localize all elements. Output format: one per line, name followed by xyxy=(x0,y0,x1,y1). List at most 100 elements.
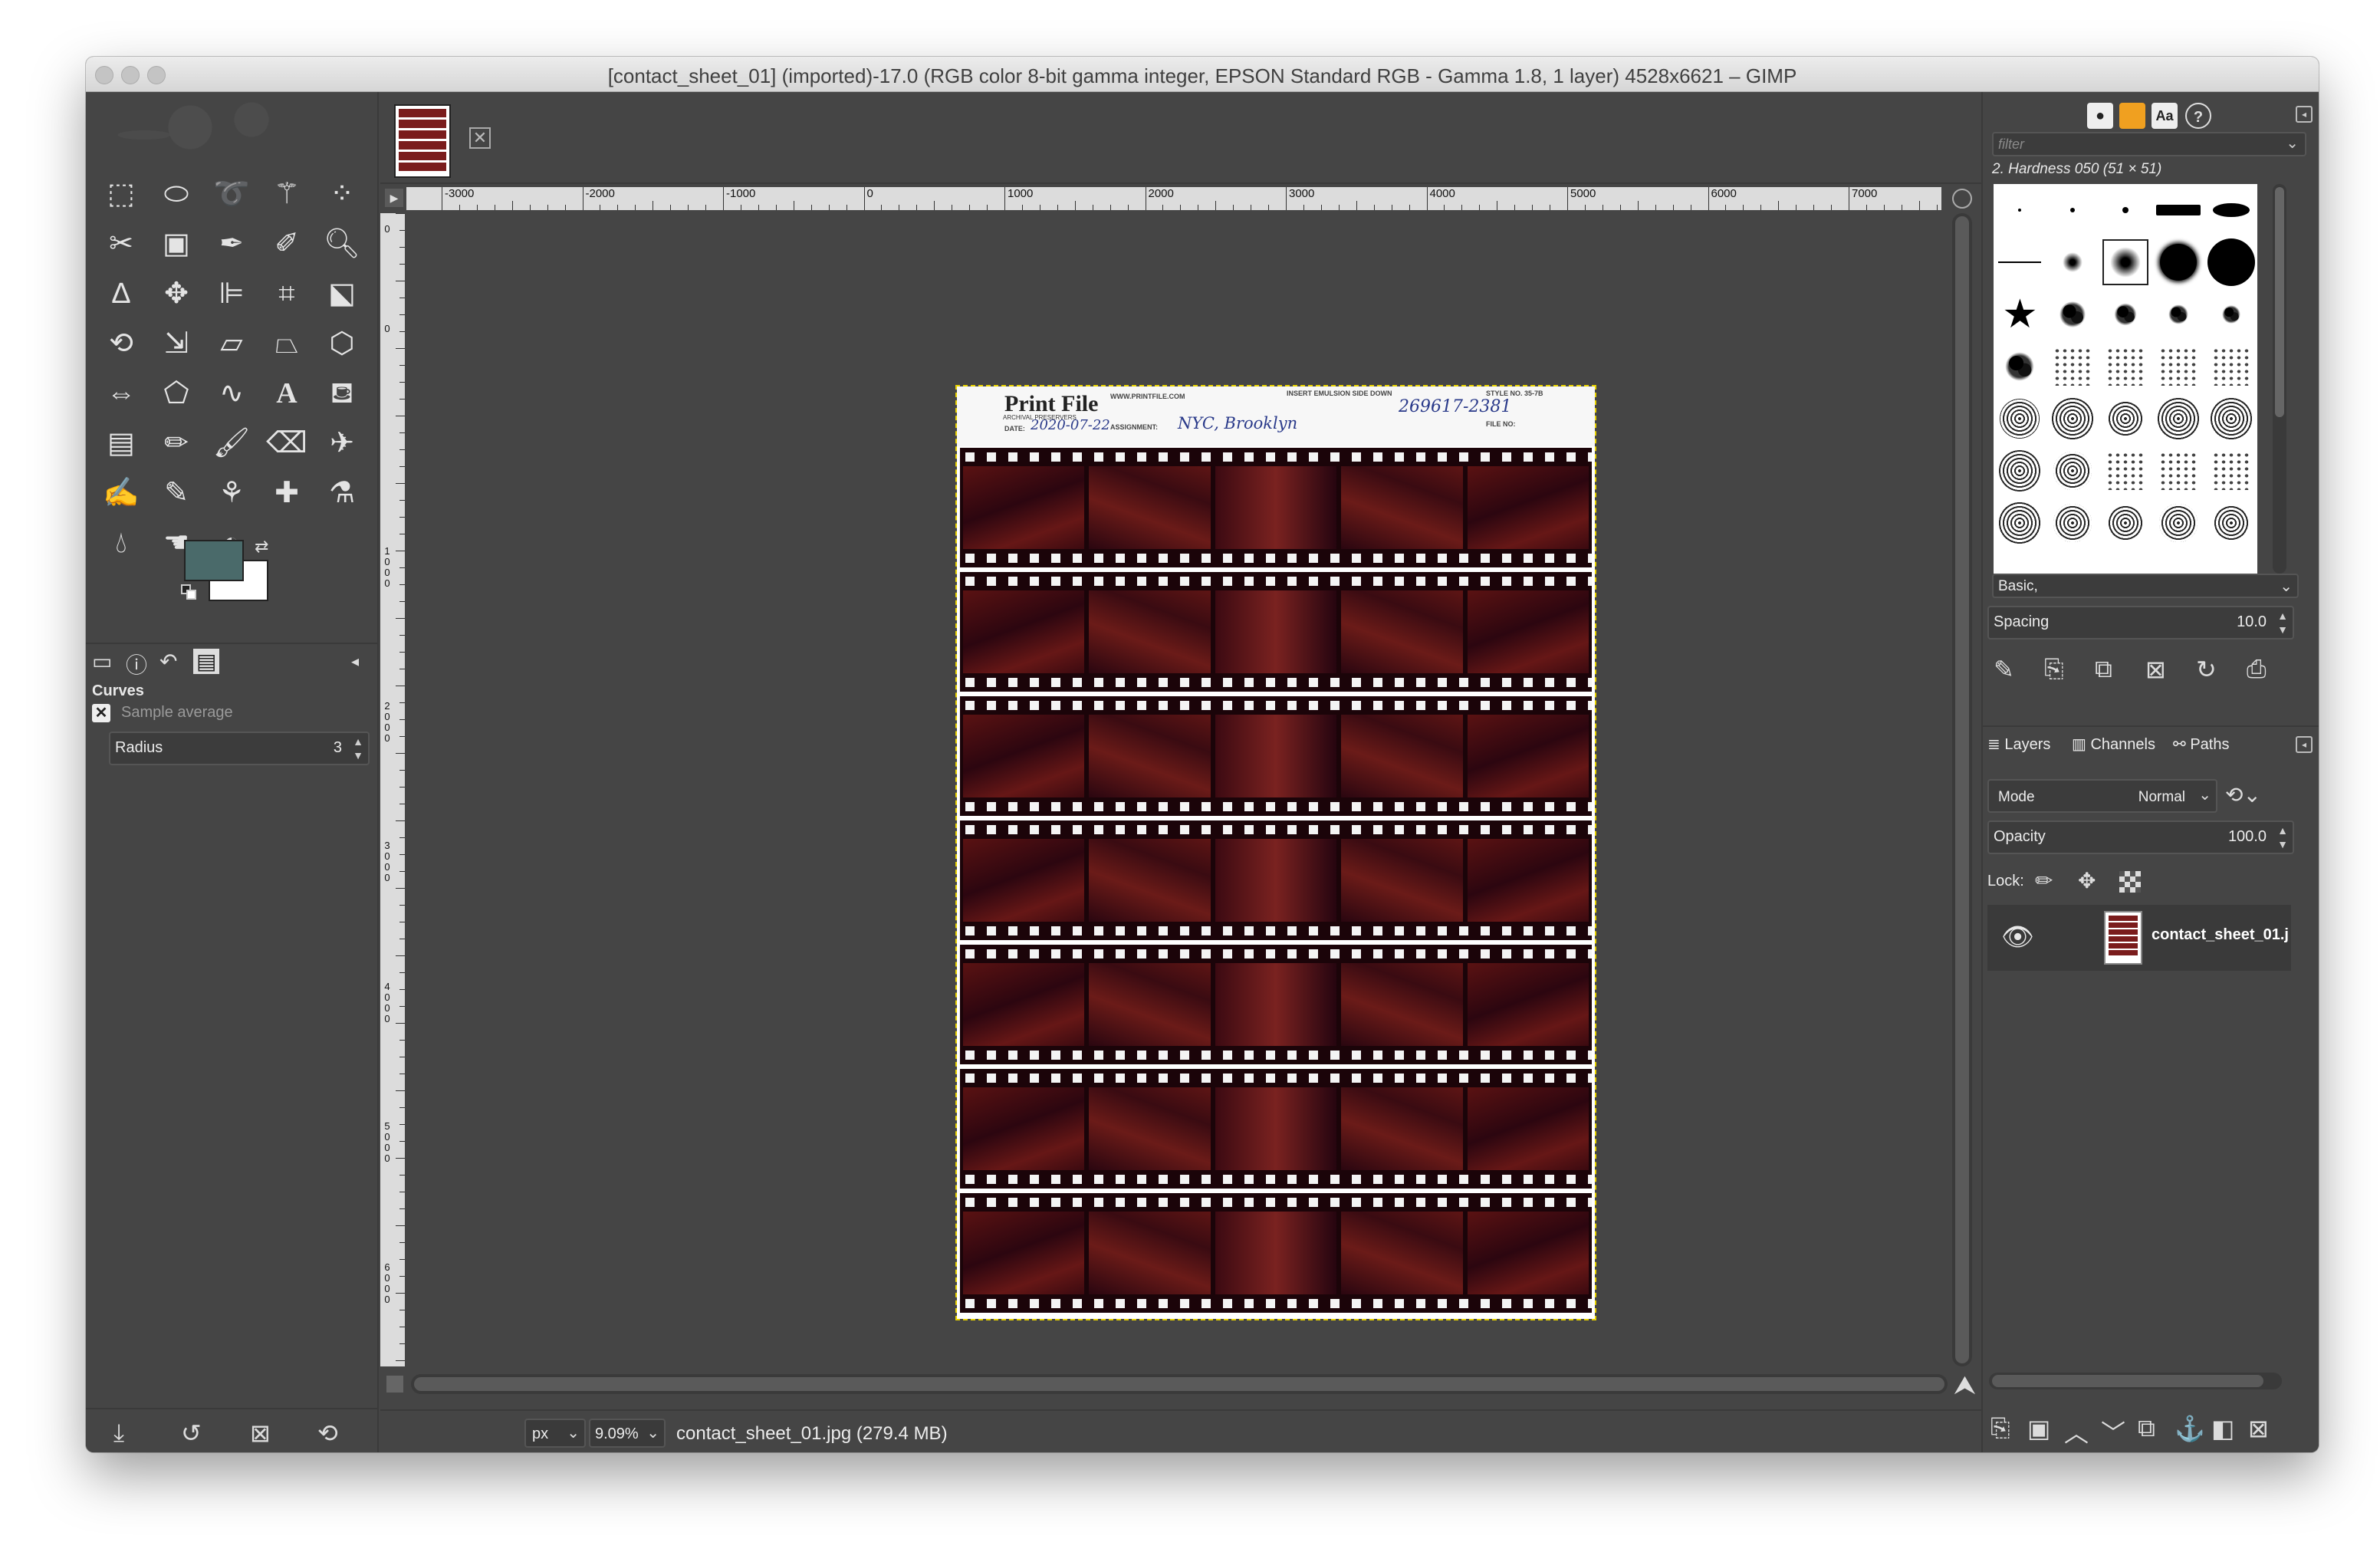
brush-cell[interactable] xyxy=(2099,340,2152,393)
brush-cell[interactable] xyxy=(2099,288,2152,340)
image-tab-thumbnail[interactable] xyxy=(394,104,451,178)
unit-select[interactable]: px ⌄ xyxy=(524,1419,586,1448)
scale-icon[interactable]: ⇲ xyxy=(149,318,204,368)
switch-mode-group-icon[interactable]: ⟲⌄ xyxy=(2225,782,2261,807)
warp-transform-icon[interactable]: ∿ xyxy=(204,368,259,418)
brush-cell[interactable] xyxy=(2152,497,2204,549)
brush-cell[interactable] xyxy=(2152,393,2204,445)
delete-brush-icon[interactable]: ⊠ xyxy=(2145,655,2166,684)
zoom-select[interactable]: 9.09% ⌄ xyxy=(589,1419,666,1448)
spacing-spinbox[interactable]: Spacing 10.0 ▲ ▼ xyxy=(1987,606,2294,640)
rotate-icon[interactable]: ⟲ xyxy=(94,318,149,368)
brush-tag-select[interactable]: Basic, ⌄ xyxy=(1992,574,2299,598)
perspective-clone-icon[interactable]: ⚗ xyxy=(314,468,370,518)
heal-icon[interactable]: ✚ xyxy=(259,468,314,518)
ink-icon[interactable]: ✍ xyxy=(94,468,149,518)
rect-select-icon[interactable]: ⬚ xyxy=(94,169,149,219)
3d-transform-icon[interactable]: ⬡ xyxy=(314,318,370,368)
brush-grid[interactable]: ★ xyxy=(1994,184,2257,574)
brush-cell[interactable] xyxy=(2046,445,2099,497)
pencil-icon[interactable]: ✏ xyxy=(149,418,204,468)
foreground-select-icon[interactable]: ▣ xyxy=(149,219,204,268)
layers-dock-menu-icon[interactable]: ◂ xyxy=(2296,736,2313,753)
brush-cell[interactable] xyxy=(2099,497,2152,549)
anchor-layer-icon[interactable]: ⚓ xyxy=(2175,1414,2205,1443)
measure-icon[interactable]: ∆ xyxy=(94,268,149,318)
cage-transform-icon[interactable]: ⬠ xyxy=(149,368,204,418)
brush-cell[interactable]: ★ xyxy=(1994,288,2046,340)
fuzzy-select-icon[interactable]: ⚚ xyxy=(259,169,314,219)
swap-colors-icon[interactable]: ⇄ xyxy=(255,537,268,557)
horizontal-ruler[interactable]: -3000 -2000 -1000 0 1000 2000 3000 4000 5000 6000… xyxy=(406,187,1941,210)
device-status-icon[interactable]: ⓘ xyxy=(126,649,147,679)
brush-cell[interactable] xyxy=(2152,184,2204,236)
move-icon[interactable]: ✥ xyxy=(149,268,204,318)
brushes-tab-icon[interactable]: ● xyxy=(2087,103,2113,129)
blur-sharpen-icon[interactable]: 💧︎ xyxy=(94,518,149,567)
brush-cell[interactable] xyxy=(1994,497,2046,549)
new-brush-icon[interactable]: ⎘ xyxy=(2044,655,2064,684)
brush-cell[interactable] xyxy=(2046,497,2099,549)
refresh-brushes-icon[interactable]: ↻ xyxy=(2196,655,2217,684)
brush-scrollbar[interactable] xyxy=(2273,184,2286,574)
brush-cell[interactable] xyxy=(1994,184,2046,236)
layer-mode-select[interactable]: Mode Normal ⌄ xyxy=(1987,779,2217,813)
delete-options-icon[interactable]: ⊠ xyxy=(250,1419,271,1448)
open-brush-as-image-icon[interactable]: ⎙ xyxy=(2247,655,2267,684)
brush-cell[interactable] xyxy=(2046,236,2099,288)
layers-scrollbar[interactable] xyxy=(1989,1373,2282,1389)
brush-cell[interactable] xyxy=(2204,445,2257,497)
lock-position-icon[interactable]: ✥ xyxy=(2078,868,2096,893)
help-tab-icon[interactable]: ? xyxy=(2185,103,2211,129)
quick-mask-toggle[interactable] xyxy=(386,1376,403,1393)
brush-cell[interactable] xyxy=(2046,340,2099,393)
radius-spinbox[interactable]: Radius 3 ▲ ▼ xyxy=(109,732,370,765)
bucket-fill-icon[interactable]: ⛾ xyxy=(314,368,370,418)
brush-cell[interactable] xyxy=(1994,236,2046,288)
airbrush-icon[interactable]: ✈ xyxy=(314,418,370,468)
horizontal-scrollbar[interactable] xyxy=(411,1374,1948,1394)
brush-cell[interactable] xyxy=(1994,340,2046,393)
tab-paths[interactable]: ⚯ Paths xyxy=(2173,735,2229,754)
brush-cell[interactable] xyxy=(2152,340,2204,393)
brush-cell[interactable] xyxy=(2099,445,2152,497)
ellipse-select-icon[interactable]: ⬭ xyxy=(149,169,204,219)
dock-menu-icon[interactable]: ◂ xyxy=(2296,106,2313,123)
brush-cell[interactable] xyxy=(2204,340,2257,393)
vertical-ruler[interactable]: 001000200030004000500060007000 xyxy=(380,213,405,1366)
brush-cell[interactable] xyxy=(2046,184,2099,236)
visibility-eye-icon[interactable]: 👁︎ xyxy=(2001,922,2034,952)
duplicate-brush-icon[interactable]: ⧉ xyxy=(2095,655,2112,684)
patterns-tab-icon[interactable] xyxy=(2119,103,2145,129)
mask-layer-icon[interactable]: ◧ xyxy=(2211,1414,2234,1443)
paths-tool-icon[interactable]: ✒ xyxy=(204,219,259,268)
image-canvas[interactable]: Print File ARCHIVAL PRESERVERS WWW.PRINT… xyxy=(955,385,1596,1320)
brush-filter-input[interactable]: filter ⌄ xyxy=(1992,132,2306,156)
paintbrush-icon[interactable]: 🖌︎ xyxy=(204,418,259,468)
perspective-icon[interactable]: ⏢ xyxy=(259,318,314,368)
save-options-icon[interactable]: ⤓ xyxy=(113,1419,124,1448)
brush-cell[interactable] xyxy=(2046,288,2099,340)
reset-options-icon[interactable]: ⟲ xyxy=(317,1419,338,1448)
color-picker-icon[interactable]: ✐ xyxy=(259,219,314,268)
tab-menu-icon[interactable]: ◂ xyxy=(351,652,359,671)
zoom-icon[interactable]: 🔍︎ xyxy=(314,219,370,268)
navigate-icon[interactable]: ⮝ xyxy=(1954,1371,1976,1401)
sample-average-checkbox[interactable]: ✕ xyxy=(92,704,110,722)
brush-cell[interactable] xyxy=(1994,445,2046,497)
brush-cell[interactable] xyxy=(1994,393,2046,445)
brush-cell[interactable] xyxy=(2204,236,2257,288)
foreground-color[interactable] xyxy=(184,540,244,581)
flip-icon[interactable]: ⇔ xyxy=(94,368,149,418)
duplicate-layer-icon[interactable]: ⧉ xyxy=(2138,1414,2155,1443)
raise-layer-icon[interactable]: ︿ xyxy=(2064,1414,2089,1449)
mypaint-brush-icon[interactable]: ✎ xyxy=(149,468,204,518)
brush-cell[interactable] xyxy=(2099,184,2152,236)
new-layer-group-icon[interactable]: ▣ xyxy=(2027,1414,2050,1443)
brush-cell[interactable] xyxy=(2204,393,2257,445)
images-icon[interactable]: ▤ xyxy=(193,649,220,674)
crop-icon[interactable]: ⌗ xyxy=(259,268,314,318)
brush-cell[interactable] xyxy=(2152,445,2204,497)
restore-options-icon[interactable]: ↺ xyxy=(181,1419,202,1448)
fonts-tab-icon[interactable]: Aa xyxy=(2152,103,2178,129)
